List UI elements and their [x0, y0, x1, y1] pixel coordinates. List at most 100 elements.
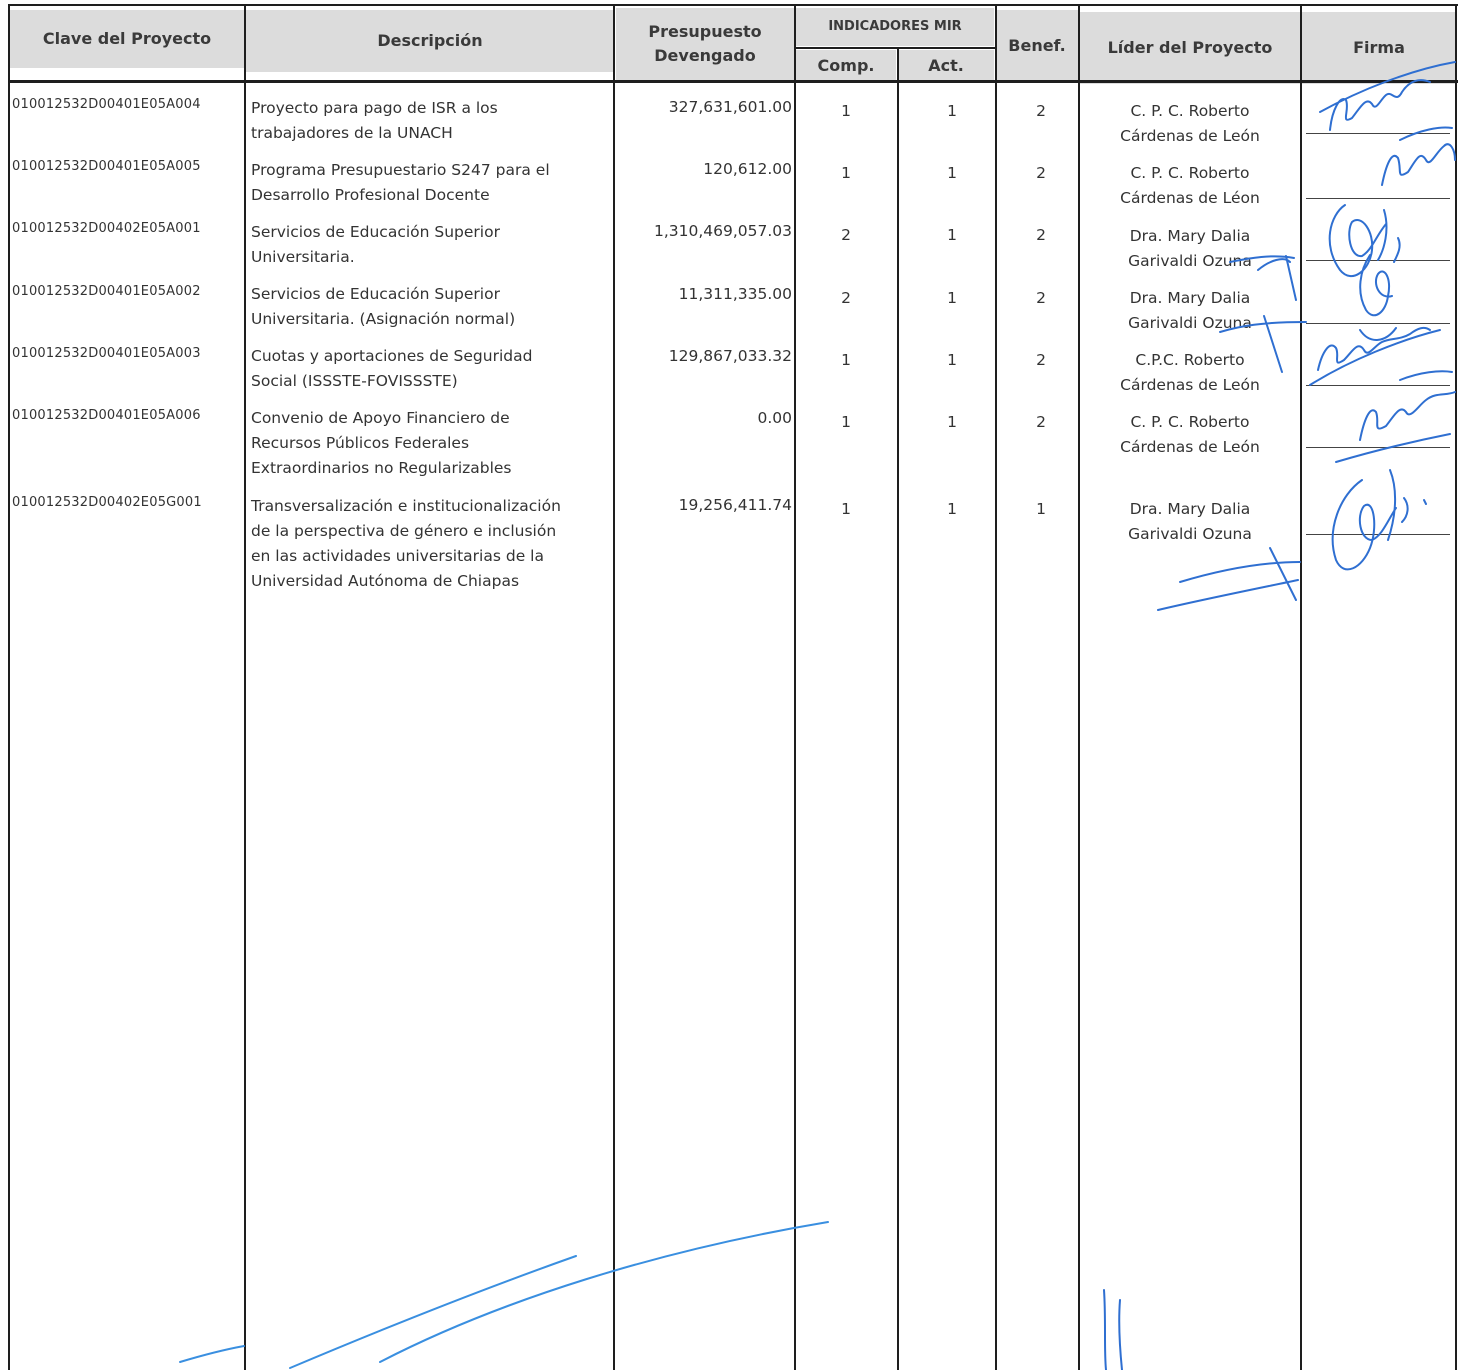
row-act: 1: [947, 102, 957, 120]
row-act: 1: [947, 413, 957, 431]
pen-stroke: [379, 1221, 829, 1363]
row-descripcion-line: Desarrollo Profesional Docente: [251, 186, 490, 204]
row-descripcion-line: Convenio de Apoyo Financiero de: [251, 409, 510, 427]
row-benef: 2: [1036, 226, 1046, 244]
row-clave: 010012532D00401E05A002: [12, 284, 201, 299]
row-lider: Dra. Mary Dalia Garivaldi Ozuna: [1080, 224, 1300, 274]
row-descripcion-line: trabajadores de la UNACH: [251, 124, 453, 142]
row-presupuesto: 19,256,411.74: [678, 496, 792, 514]
col-divider-4: [897, 48, 899, 1370]
indicadores-rule: [796, 47, 996, 49]
row-presupuesto: 11,311,335.00: [678, 285, 792, 303]
row-descripcion-line: Social (ISSSTE-FOVISSSTE): [251, 372, 458, 390]
row-descripcion-line: Cuotas y aportaciones de Seguridad: [251, 347, 533, 365]
row-lider-line: Cárdenas de Léon: [1120, 189, 1260, 207]
col-divider-3: [794, 4, 796, 1370]
row-clave: 010012532D00401E05A004: [12, 97, 201, 112]
col-divider-8: [1455, 4, 1457, 1370]
row-benef: 2: [1036, 289, 1046, 307]
row-descripcion-line: Transversalización e institucionalizació…: [251, 497, 561, 515]
signature-mark: [1381, 126, 1456, 186]
row-descripcion: Servicios de Educación Superior Universi…: [251, 220, 500, 270]
header-presupuesto-line2: Devengado: [654, 46, 756, 65]
row-presupuesto: 0.00: [757, 409, 792, 427]
row-descripcion-line: Programa Presupuestario S247 para el: [251, 161, 550, 179]
firma-line: [1306, 385, 1450, 386]
col-divider-5: [995, 4, 997, 1370]
row-descripcion-line: Universidad Autónoma de Chiapas: [251, 572, 520, 590]
firma-line: [1306, 447, 1450, 448]
row-descripcion: Convenio de Apoyo Financiero de Recursos…: [251, 406, 512, 481]
top-rule: [8, 4, 1458, 6]
row-lider-line: C. P. C. Roberto: [1130, 413, 1250, 431]
header-benef: Benef.: [996, 10, 1078, 82]
row-benef: 2: [1036, 413, 1046, 431]
firma-line: [1306, 534, 1450, 535]
row-clave: 010012532D00402E05A001: [12, 221, 201, 236]
row-lider-line: Dra. Mary Dalia: [1129, 227, 1251, 245]
row-lider-line: C.P.C. Roberto: [1135, 351, 1245, 369]
row-lider-line: Garivaldi Ozuna: [1128, 314, 1252, 332]
row-descripcion-line: Recursos Públicos Federales: [251, 434, 470, 452]
row-act: 1: [947, 226, 957, 244]
row-act: 1: [947, 351, 957, 369]
row-lider-line: C. P. C. Roberto: [1130, 164, 1250, 182]
row-lider-line: Garivaldi Ozuna: [1128, 252, 1252, 270]
row-presupuesto: 129,867,033.32: [668, 347, 792, 365]
row-descripcion-line: Universitaria.: [251, 248, 355, 266]
header-presupuesto: Presupuesto Devengado: [616, 8, 794, 80]
row-descripcion-line: Extraordinarios no Regularizables: [251, 459, 512, 477]
row-descripcion: Cuotas y aportaciones de Seguridad Socia…: [251, 344, 532, 394]
pen-stroke: [179, 1345, 245, 1363]
row-presupuesto: 1,310,469,057.03: [653, 222, 792, 240]
row-lider: C.P.C. Roberto Cárdenas de León: [1080, 348, 1300, 398]
header-comp: Comp.: [796, 50, 896, 80]
row-comp: 2: [841, 289, 851, 307]
firma-line: [1306, 198, 1450, 199]
row-comp: 1: [841, 351, 851, 369]
row-act: 1: [947, 289, 957, 307]
row-descripcion: Proyecto para pago de ISR a los trabajad…: [251, 96, 498, 146]
header-act: Act.: [898, 50, 994, 80]
row-clave: 010012532D00401E05A005: [12, 159, 201, 174]
header-indicadores: INDICADORES MIR: [796, 8, 994, 46]
row-lider-line: Cárdenas de León: [1120, 376, 1260, 394]
row-comp: 1: [841, 164, 851, 182]
header-firma: Firma: [1302, 12, 1456, 84]
row-lider-line: Dra. Mary Dalia: [1129, 500, 1251, 518]
row-comp: 1: [841, 102, 851, 120]
row-descripcion-line: Universitaria. (Asignación normal): [251, 310, 516, 328]
col-divider-0: [8, 4, 10, 1370]
row-descripcion-line: Servicios de Educación Superior: [251, 285, 500, 303]
budget-table-page: Clave del Proyecto Descripción Presupues…: [0, 0, 1465, 1370]
row-benef: 2: [1036, 351, 1046, 369]
row-descripcion-line: de la perspectiva de género e inclusión: [251, 522, 557, 540]
col-divider-1: [244, 4, 246, 1370]
row-lider-line: C. P. C. Roberto: [1130, 102, 1250, 120]
row-descripcion-line: Proyecto para pago de ISR a los: [251, 99, 498, 117]
row-presupuesto: 327,631,601.00: [668, 98, 792, 116]
row-lider-line: Garivaldi Ozuna: [1128, 525, 1252, 543]
row-lider-line: Cárdenas de León: [1120, 127, 1260, 145]
signature-mark: [1328, 204, 1401, 278]
header-descripcion: Descripción: [246, 10, 614, 72]
row-comp: 1: [841, 500, 851, 518]
header-rule: [8, 80, 1458, 83]
row-lider: Dra. Mary Dalia Garivaldi Ozuna: [1080, 497, 1300, 547]
row-descripcion-line: Servicios de Educación Superior: [251, 223, 500, 241]
row-clave: 010012532D00401E05A003: [12, 346, 201, 361]
header-clave: Clave del Proyecto: [10, 10, 244, 68]
signature-mark: [1331, 469, 1427, 571]
col-divider-2: [613, 4, 615, 1370]
row-lider-line: Dra. Mary Dalia: [1129, 289, 1251, 307]
row-presupuesto: 120,612.00: [703, 160, 792, 178]
row-lider: C. P. C. Roberto Cárdenas de León: [1080, 410, 1300, 460]
firma-line: [1306, 260, 1450, 261]
row-benef: 1: [1036, 500, 1046, 518]
row-descripcion: Transversalización e institucionalizació…: [251, 494, 561, 594]
row-comp: 1: [841, 413, 851, 431]
row-descripcion: Programa Presupuestario S247 para el Des…: [251, 158, 550, 208]
row-descripcion-line: en las actividades universitarias de la: [251, 547, 544, 565]
row-act: 1: [947, 500, 957, 518]
row-lider-line: Cárdenas de León: [1120, 438, 1260, 456]
